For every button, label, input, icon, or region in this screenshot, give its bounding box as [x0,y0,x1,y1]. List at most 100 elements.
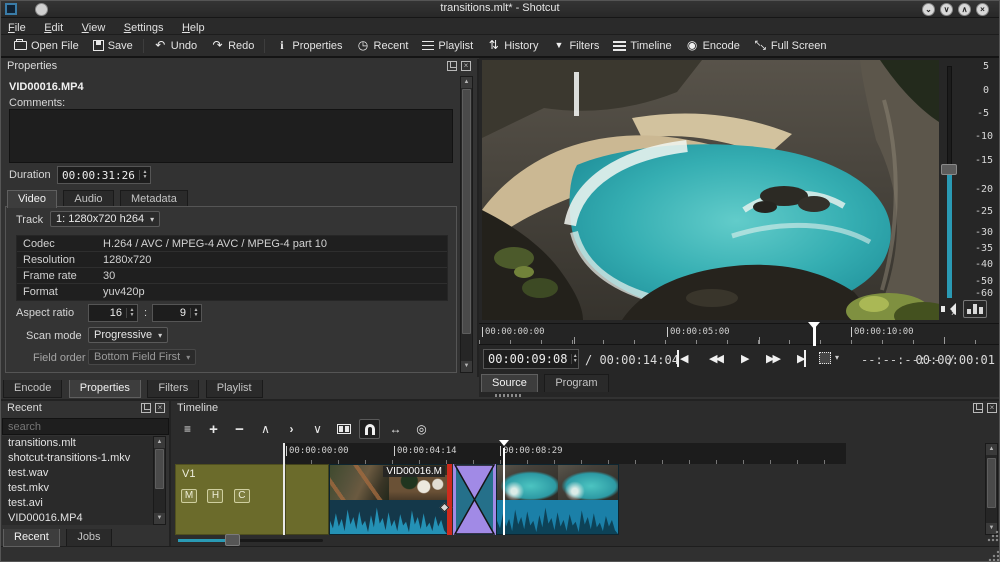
track-mute-button[interactable]: M [181,489,197,503]
panel-resize-grip[interactable] [987,530,999,542]
filters-button[interactable]: ▼Filters [545,37,606,54]
window-shade-button[interactable]: ⌄ [922,3,935,16]
clip-vid00016[interactable]: VID00016.M [329,464,448,535]
track-dropdown[interactable]: 1: 1280x720 h264▾ [50,211,160,227]
menu-view[interactable]: View [75,20,113,34]
properties-button[interactable]: iProperties [268,37,349,54]
skip-next-button[interactable]: ▶ [793,350,806,367]
tab-program[interactable]: Program [544,374,608,392]
timeline-playhead[interactable] [503,448,505,535]
scroll-up-icon[interactable]: ▲ [986,444,997,455]
scroll-down-icon[interactable]: ▼ [461,361,472,372]
clip-transition[interactable] [453,464,496,535]
dock-tab-filters[interactable]: Filters [147,380,199,398]
timeline-menu-button[interactable]: ≡ [177,419,198,439]
dock-tab-recent[interactable]: Recent [3,529,60,547]
window-minimize-button[interactable]: ∨ [940,3,953,16]
track-composite-button[interactable]: C [234,489,250,503]
chevron-down-icon[interactable]: ▾ [835,353,839,362]
properties-scrollbar[interactable]: ▲ ▼ [460,76,473,373]
close-panel-icon[interactable]: × [155,403,165,413]
timeline-zoom-slider-handle[interactable] [225,534,240,546]
splitter-handle[interactable] [495,394,521,397]
history-button[interactable]: ⇅History [480,37,545,54]
clip-00006mts[interactable] [496,464,619,535]
volume-slider-handle[interactable] [941,164,957,175]
mute-button[interactable]: × [941,302,958,317]
float-panel-icon[interactable] [141,403,151,413]
redo-button[interactable]: ↷Redo [204,37,261,54]
track-hide-button[interactable]: H [207,489,223,503]
overwrite-button[interactable]: › [281,419,302,439]
close-panel-icon[interactable]: × [987,403,997,413]
recent-scrollbar[interactable]: ▲ ▼ [153,436,166,525]
scan-mode-dropdown[interactable]: Progressive▾ [88,327,168,343]
dock-tab-encode[interactable]: Encode [3,380,62,398]
menu-edit[interactable]: Edit [37,20,70,34]
skip-previous-button[interactable]: ◀ [677,350,690,367]
ripple-all-tracks-button[interactable]: ◎ [411,419,432,439]
window-resize-grip[interactable] [988,550,1000,562]
search-input[interactable] [2,418,169,435]
list-item[interactable]: transitions.mlt [2,436,154,451]
position-spin-arrows[interactable]: ▲▼ [571,354,578,364]
undo-button[interactable]: ↶Undo [147,37,204,54]
menu-settings[interactable]: Settings [117,20,171,34]
full-screen-button[interactable]: ↖↘Full Screen [747,37,834,54]
trim-marker[interactable] [447,464,452,535]
recent-button[interactable]: ◷Recent [350,37,416,54]
float-panel-icon[interactable] [973,403,983,413]
list-item[interactable]: test.wav [2,466,154,481]
tab-video[interactable]: Video [7,190,57,208]
fast-forward-button[interactable]: ▶▶ [762,350,783,367]
snap-toggle-button[interactable] [359,419,380,439]
field-order-dropdown[interactable]: Bottom Field First▾ [88,349,196,365]
menu-file[interactable]: File [1,20,33,34]
list-item[interactable]: shotcut-transitions-1.mkv [2,451,154,466]
aspect-height-spinbox[interactable]: 9 ▲▼ [152,304,202,322]
scroll-up-icon[interactable]: ▲ [461,77,472,88]
comments-textarea[interactable] [9,109,453,163]
dock-tab-properties[interactable]: Properties [69,380,141,398]
aspect-width-spinbox[interactable]: 16 ▲▼ [88,304,138,322]
encode-button[interactable]: ◉Encode [679,37,747,54]
window-close-button[interactable]: × [976,3,989,16]
rewind-button[interactable]: ◀◀ [705,350,726,367]
scrub-while-dragging-button[interactable]: ↔ [385,419,406,439]
menu-help[interactable]: Help [175,20,212,34]
duration-spin-arrows[interactable]: ▲▼ [139,170,150,180]
player-ruler[interactable]: 00:00:00:00 00:00:05:00 00:00:10:00 [479,323,1000,345]
ripple-delete-button[interactable]: − [229,419,250,439]
track-head-v1[interactable]: V1 M H C [175,464,284,535]
dock-tab-jobs[interactable]: Jobs [66,529,111,547]
save-button[interactable]: Save [86,38,140,54]
scrollbar-thumb[interactable] [462,89,471,334]
tab-source[interactable]: Source [481,374,538,392]
position-spinbox[interactable]: 00:00:09:08 ▲▼ [483,349,579,369]
audio-peak-meter-button[interactable] [963,300,987,318]
markers-button[interactable] [333,419,354,439]
clip-blank[interactable] [285,464,329,535]
window-maximize-button[interactable]: ∧ [958,3,971,16]
append-button[interactable]: + [203,419,224,439]
aspect-height-arrows[interactable]: ▲▼ [190,308,201,318]
timeline-ruler[interactable]: 00:00:00:00 00:00:04:14 00:00:08:29 [284,443,846,464]
close-panel-icon[interactable]: × [461,61,471,71]
timeline-button[interactable]: Timeline [606,38,678,54]
scroll-up-icon[interactable]: ▲ [154,437,165,448]
volume-slider-fill[interactable] [947,175,952,298]
video-preview[interactable] [482,60,939,320]
list-item[interactable]: VID00016.MP4 [2,511,154,525]
open-file-button[interactable]: Open File [7,38,86,54]
timeline-scrollbar[interactable]: ▲ ▼ [985,443,998,535]
aspect-width-arrows[interactable]: ▲▼ [126,308,137,318]
scroll-down-icon[interactable]: ▼ [154,513,165,524]
playlist-button[interactable]: Playlist [415,38,480,54]
scrollbar-thumb[interactable] [987,458,996,508]
volume-slider-track-upper[interactable] [947,66,952,172]
dock-tab-playlist[interactable]: Playlist [206,380,263,398]
play-button[interactable]: ▶ [737,350,751,367]
loop-range-button[interactable] [819,352,831,364]
list-item[interactable]: test.avi [2,496,154,511]
list-item[interactable]: test.mkv [2,481,154,496]
